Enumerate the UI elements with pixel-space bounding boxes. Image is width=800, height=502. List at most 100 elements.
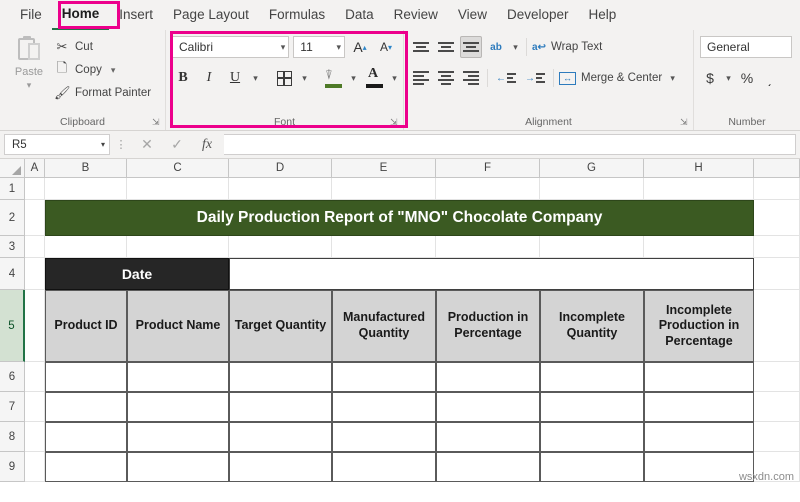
cell-c3[interactable] <box>127 236 229 258</box>
align-middle-button[interactable] <box>435 36 457 58</box>
table-row[interactable] <box>229 422 332 452</box>
font-name-input[interactable]: Calibri ▾ <box>172 36 290 58</box>
row-header-7[interactable]: 7 <box>0 392 25 422</box>
borders-dropdown-chevron-down-icon[interactable]: ▾ <box>299 67 310 89</box>
table-row[interactable] <box>229 392 332 422</box>
cell-e1[interactable] <box>332 178 436 200</box>
cell-a9[interactable] <box>25 452 45 482</box>
table-header-product-id[interactable]: Product ID <box>45 290 127 362</box>
comma-format-button[interactable]: ͵ <box>760 67 780 89</box>
accounting-format-button[interactable]: $ <box>700 67 720 89</box>
select-all-corner-button[interactable] <box>0 159 25 178</box>
cell-h1[interactable] <box>644 178 754 200</box>
cell-i7[interactable] <box>754 392 800 422</box>
cell-a6[interactable] <box>25 362 45 392</box>
name-box[interactable]: R5 ▾ <box>4 134 110 155</box>
cell-a2[interactable] <box>25 200 45 236</box>
decrease-font-size-button[interactable]: A ▾ <box>375 36 397 58</box>
chevron-down-icon[interactable]: ▾ <box>101 140 105 149</box>
orientation-chevron-down-icon[interactable]: ▾ <box>510 36 521 58</box>
chevron-down-icon[interactable]: ▾ <box>277 42 286 53</box>
alignment-dialog-launcher-icon[interactable]: ⇲ <box>680 117 690 127</box>
table-row[interactable] <box>540 362 644 392</box>
percent-format-button[interactable]: % <box>737 67 757 89</box>
formula-input[interactable] <box>224 134 796 155</box>
chevron-down-icon[interactable]: ▾ <box>111 65 116 76</box>
table-row[interactable] <box>127 392 229 422</box>
cell-f3[interactable] <box>436 236 540 258</box>
cut-button[interactable]: ✂ Cut <box>54 37 151 57</box>
align-right-button[interactable] <box>460 67 482 89</box>
tab-help[interactable]: Help <box>579 1 627 29</box>
row-header-3[interactable]: 3 <box>0 236 25 258</box>
table-header-production-percentage[interactable]: Production in Percentage <box>436 290 540 362</box>
format-painter-button[interactable]: 🖌 Format Painter <box>54 83 151 103</box>
row-header-5[interactable]: 5 <box>0 290 25 362</box>
font-color-chevron-down-icon[interactable]: ▾ <box>389 67 400 89</box>
table-row[interactable] <box>644 392 754 422</box>
tab-home[interactable]: Home <box>51 0 110 30</box>
merge-chevron-down-icon[interactable]: ▾ <box>667 67 678 89</box>
table-row[interactable] <box>45 392 127 422</box>
insert-function-button[interactable]: fx <box>192 137 222 153</box>
column-header-a[interactable]: A <box>25 159 45 178</box>
column-header-g[interactable]: G <box>540 159 644 178</box>
cell-e3[interactable] <box>332 236 436 258</box>
report-title-cell[interactable]: Daily Production Report of "MNO" Chocola… <box>45 200 754 236</box>
bold-button[interactable]: B <box>172 67 194 89</box>
confirm-entry-button[interactable]: ✓ <box>162 136 192 153</box>
underline-dropdown-chevron-down-icon[interactable]: ▾ <box>250 67 261 89</box>
column-header-c[interactable]: C <box>127 159 229 178</box>
table-row[interactable] <box>644 422 754 452</box>
fill-color-button[interactable]: ⍒ <box>322 67 344 89</box>
table-row[interactable] <box>332 452 436 482</box>
table-row[interactable] <box>229 362 332 392</box>
table-row[interactable] <box>436 422 540 452</box>
table-row[interactable] <box>127 422 229 452</box>
cancel-entry-button[interactable]: ✕ <box>132 136 162 153</box>
column-header-i[interactable] <box>754 159 800 178</box>
date-label-cell[interactable]: Date <box>45 258 229 290</box>
table-header-target-quantity[interactable]: Target Quantity <box>229 290 332 362</box>
row-header-8[interactable]: 8 <box>0 422 25 452</box>
table-row[interactable] <box>45 452 127 482</box>
tab-formulas[interactable]: Formulas <box>259 1 335 29</box>
borders-button[interactable] <box>273 67 295 89</box>
tab-file[interactable]: File <box>10 1 52 29</box>
cell-g3[interactable] <box>540 236 644 258</box>
align-top-button[interactable] <box>410 36 432 58</box>
table-header-incomplete-quantity[interactable]: Incomplete Quantity <box>540 290 644 362</box>
table-row[interactable] <box>127 362 229 392</box>
font-color-button[interactable]: A <box>363 66 385 89</box>
table-row[interactable] <box>644 452 754 482</box>
table-row[interactable] <box>644 362 754 392</box>
cell-i5[interactable] <box>754 290 800 362</box>
table-row[interactable] <box>540 452 644 482</box>
tab-data[interactable]: Data <box>335 1 384 29</box>
column-header-f[interactable]: F <box>436 159 540 178</box>
cell-a1[interactable] <box>25 178 45 200</box>
cell-a4[interactable] <box>25 258 45 290</box>
date-value-cell[interactable] <box>229 258 754 290</box>
fill-color-chevron-down-icon[interactable]: ▾ <box>348 67 359 89</box>
merge-and-center-button[interactable]: ↔ Merge & Center ▾ <box>559 67 678 89</box>
row-header-1[interactable]: 1 <box>0 178 25 200</box>
table-row[interactable] <box>45 422 127 452</box>
cell-i1[interactable] <box>754 178 800 200</box>
table-row[interactable] <box>436 392 540 422</box>
underline-button[interactable]: U <box>224 67 246 89</box>
table-row[interactable] <box>540 392 644 422</box>
orientation-button[interactable]: ab <box>485 36 507 58</box>
row-header-2[interactable]: 2 <box>0 200 25 236</box>
cell-c1[interactable] <box>127 178 229 200</box>
table-row[interactable] <box>436 452 540 482</box>
cell-d3[interactable] <box>229 236 332 258</box>
number-format-select[interactable]: General <box>700 36 792 58</box>
cell-a8[interactable] <box>25 422 45 452</box>
italic-button[interactable]: I <box>198 67 220 89</box>
clipboard-dialog-launcher-icon[interactable]: ⇲ <box>152 117 162 127</box>
increase-font-size-button[interactable]: A ▴ <box>349 36 371 58</box>
tab-developer[interactable]: Developer <box>497 1 579 29</box>
tab-view[interactable]: View <box>448 1 497 29</box>
table-header-manufactured-quantity[interactable]: Manufactured Quantity <box>332 290 436 362</box>
